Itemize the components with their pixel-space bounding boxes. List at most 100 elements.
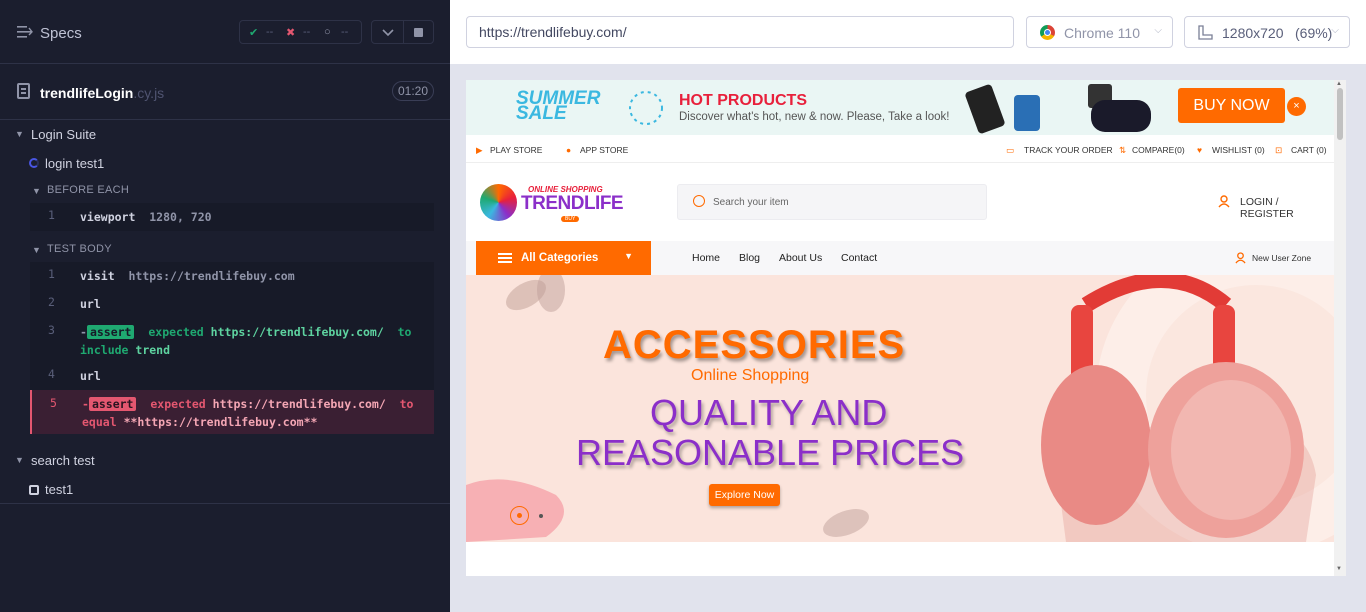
specs-list-icon[interactable]	[17, 25, 33, 39]
cart-link[interactable]: CART (0)	[1291, 145, 1327, 155]
pending-count: --	[341, 26, 349, 38]
close-banner-icon[interactable]: ×	[1287, 97, 1306, 116]
chevron-down-icon[interactable]: ▼	[15, 129, 24, 139]
assert-row-pass[interactable]: 3 - assert expected https://trendlifebuy.…	[30, 323, 434, 359]
hero-headline-1: QUALITY AND	[650, 392, 888, 433]
stop-icon[interactable]	[414, 28, 423, 37]
assert-matcher: include	[80, 343, 129, 357]
chevron-down-icon[interactable]: ▼	[15, 455, 24, 465]
scroll-down-icon[interactable]: ▼	[1336, 566, 1342, 572]
test-title[interactable]: login test1	[45, 156, 104, 171]
chevron-down-icon[interactable]: ▼	[32, 186, 41, 196]
assert-to: to	[399, 397, 414, 411]
passed-check-icon: ✔	[249, 27, 259, 39]
chevron-down-icon[interactable]: ▼	[32, 245, 41, 255]
scroll-up-icon[interactable]: ▲	[1336, 81, 1342, 87]
page-scrollbar[interactable]: ▲ ▼	[1334, 80, 1346, 576]
nav-blog[interactable]: Blog	[739, 252, 760, 264]
assert-target: trend	[135, 343, 171, 357]
browser-selector[interactable]: Chrome 110 ⌵	[1026, 16, 1173, 48]
divider	[0, 503, 450, 504]
logo-wordmark[interactable]: TRENDLIFE	[521, 193, 624, 215]
command-name: url	[80, 369, 101, 383]
command-row[interactable]: 2 url	[30, 295, 434, 313]
slider-dot[interactable]	[539, 514, 543, 518]
pending-test-icon	[29, 485, 39, 495]
nav-home[interactable]: Home	[692, 252, 720, 264]
trendlife-logo-icon[interactable]	[480, 184, 517, 221]
compare-link[interactable]: COMPARE(0)	[1132, 145, 1185, 155]
compare-icon: ⇅	[1119, 145, 1127, 155]
command-number: 1	[48, 208, 55, 222]
site-header: ONLINE SHOPPING TRENDLIFE BUY Search you…	[466, 163, 1334, 241]
cart-icon: ⊡	[1275, 145, 1283, 155]
chevron-down-icon: ⌵	[1331, 25, 1339, 36]
hero-slider[interactable]: ACCESSORIES Online Shopping QUALITY AND …	[466, 275, 1334, 542]
suite-title[interactable]: search test	[31, 453, 95, 468]
specs-header: Specs ✔ -- ✖ -- ○ --	[0, 0, 450, 64]
login-register-link[interactable]: LOGIN / REGISTER	[1240, 196, 1334, 220]
main-nav: All Categories ▼ Home Blog About Us Cont…	[466, 241, 1334, 275]
explore-now-button[interactable]: Explore Now	[709, 484, 780, 506]
hook-title[interactable]: BEFORE EACH	[47, 184, 129, 196]
assert-matcher: equal	[82, 415, 117, 429]
buy-now-button[interactable]: BUY NOW	[1178, 88, 1285, 123]
new-user-zone-link[interactable]: New User Zone	[1252, 253, 1311, 263]
command-number: 5	[50, 396, 57, 410]
suite-title[interactable]: Login Suite	[31, 127, 96, 142]
heart-icon: ♥	[1197, 145, 1203, 155]
wishlist-link[interactable]: WISHLIST (0)	[1212, 145, 1265, 155]
summer-sale-logo: SUMMER SALE	[516, 89, 600, 123]
apple-icon: ●	[566, 145, 572, 155]
command-row[interactable]: 1 viewport 1280, 720	[30, 208, 434, 226]
chrome-icon	[1040, 25, 1055, 40]
assert-expected: expected	[148, 325, 204, 339]
test-title[interactable]: test1	[45, 482, 73, 497]
assert-target: **https://trendlifebuy.com**	[123, 415, 318, 429]
all-categories-label: All Categories	[521, 252, 599, 264]
command-row[interactable]: 4 url	[30, 367, 434, 385]
hook-title[interactable]: TEST BODY	[47, 243, 112, 255]
spec-file-name[interactable]: trendlifeLogin.cy.js	[40, 85, 164, 101]
pending-spinner-icon: ○	[324, 26, 331, 38]
user-icon	[1218, 195, 1230, 208]
all-categories-button[interactable]: All Categories ▼	[476, 241, 651, 275]
assert-prefix: -	[80, 325, 87, 339]
command-number: 4	[48, 367, 55, 381]
hot-products-title: HOT PRODUCTS	[679, 92, 807, 109]
reporter-panel: Specs ✔ -- ✖ -- ○ -- trendlifeLogin.cy.j…	[0, 0, 450, 612]
hot-products-subtitle: Discover what's hot, new & now. Please, …	[679, 111, 950, 123]
assert-badge: assert	[86, 325, 135, 339]
assert-value: https://trendlifebuy.com/	[210, 325, 384, 339]
phone-image	[964, 83, 1006, 135]
spec-file-ext: .cy.js	[133, 85, 165, 101]
command-row[interactable]: 1 visit https://trendlifebuy.com	[30, 267, 434, 285]
hero-background-image	[466, 275, 1334, 542]
viewport-scale: (69%)	[1295, 25, 1333, 41]
url-bar[interactable]: https://trendlifebuy.com/	[466, 16, 1014, 48]
assert-value: https://trendlifebuy.com/	[212, 397, 386, 411]
search-placeholder: Search your item	[713, 197, 789, 208]
scrollbar-thumb[interactable]	[1337, 88, 1343, 140]
passed-count: --	[266, 26, 274, 38]
chevron-down-icon[interactable]	[382, 28, 394, 37]
user-icon	[1235, 252, 1246, 264]
search-input[interactable]: Search your item	[677, 184, 987, 220]
document-icon	[17, 83, 30, 99]
promo-banner[interactable]: SUMMER SALE HOT PRODUCTS Discover what's …	[466, 80, 1334, 135]
command-name: viewport	[80, 210, 136, 224]
viewport-selector[interactable]: 1280x720 (69%) ⌵	[1184, 16, 1350, 48]
failed-x-icon: ✖	[286, 27, 296, 39]
menu-icon	[498, 253, 512, 263]
nav-about-us[interactable]: About Us	[779, 252, 822, 264]
command-message: 1280, 720	[149, 210, 212, 224]
slider-dot-active[interactable]	[510, 506, 529, 525]
assert-row-fail[interactable]: 5 - assert expected https://trendlifebuy.…	[30, 390, 434, 434]
track-order-link[interactable]: TRACK YOUR ORDER	[1024, 145, 1113, 155]
specs-title[interactable]: Specs	[40, 25, 82, 42]
hero-subtitle: Online Shopping	[691, 367, 810, 384]
app-store-link[interactable]: APP STORE	[580, 145, 628, 155]
truck-icon: ▭	[1006, 145, 1015, 155]
play-store-link[interactable]: PLAY STORE	[490, 145, 542, 155]
nav-contact[interactable]: Contact	[841, 252, 877, 264]
